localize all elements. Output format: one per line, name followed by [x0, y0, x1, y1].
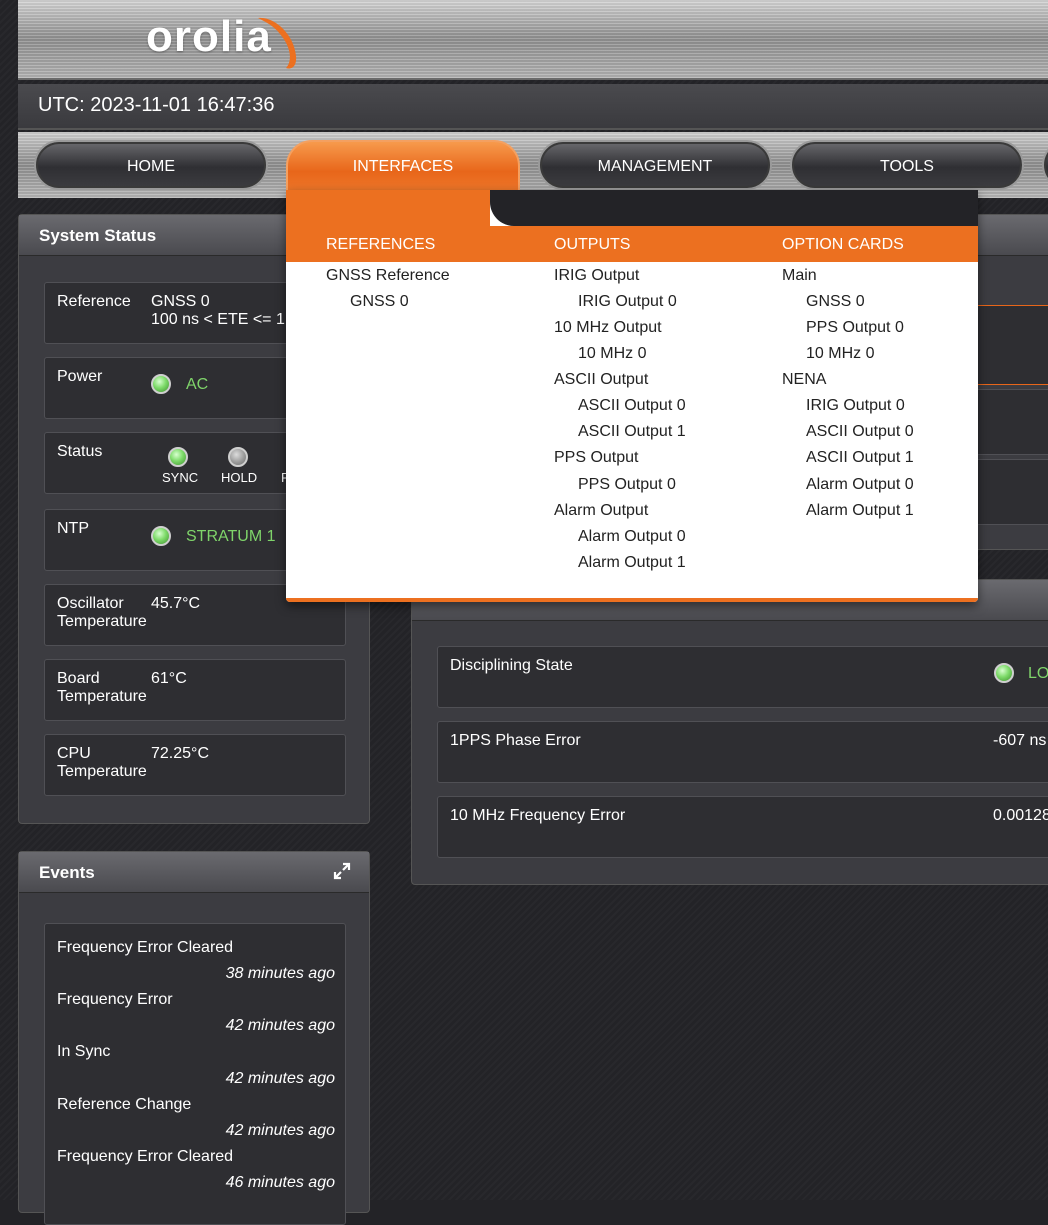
- reference-ete: 100 ns < ETE <= 1: [151, 311, 285, 328]
- dropdown-item[interactable]: Main: [782, 267, 817, 285]
- dropdown-item[interactable]: Alarm Output: [554, 502, 648, 520]
- disciplining-panel: Disciplining State LO 1PPS Phase Error -…: [411, 579, 1048, 885]
- dropdown-item[interactable]: IRIG Output 0: [578, 293, 677, 311]
- event-time: 42 minutes ago: [225, 1122, 335, 1139]
- dropdown-item[interactable]: ASCII Output 0: [578, 397, 686, 415]
- events-list: Frequency Error Cleared 38 minutes ago F…: [44, 923, 346, 1225]
- event-time: 38 minutes ago: [225, 965, 335, 982]
- disciplining-led-icon: [994, 663, 1014, 683]
- utc-bar: UTC: 2023-11-01 16:47:36: [18, 84, 1048, 130]
- event-title: Frequency Error Cleared: [57, 939, 234, 956]
- event-title: Frequency Error Cleared: [57, 1148, 234, 1165]
- dropdown-item[interactable]: PPS Output 0: [806, 319, 904, 337]
- dropdown-item[interactable]: PPS Output 0: [578, 476, 676, 494]
- event-time: 42 minutes ago: [225, 1017, 335, 1034]
- ntp-led-icon: [151, 526, 171, 546]
- orolia-logo[interactable]: orolia: [146, 12, 306, 69]
- power-led-icon: [151, 374, 171, 394]
- hold-led-icon: [228, 447, 248, 467]
- sync-led-icon: [168, 447, 188, 467]
- nav-more-partial[interactable]: [1042, 140, 1048, 190]
- event-title: Reference Change: [57, 1096, 192, 1113]
- dropdown-item[interactable]: 10 MHz 0: [578, 345, 646, 363]
- nav-home[interactable]: HOME: [34, 140, 268, 190]
- dropdown-item[interactable]: ASCII Output 1: [806, 449, 914, 467]
- dropdown-item[interactable]: ASCII Output: [554, 371, 648, 389]
- dropdown-notch: [490, 190, 978, 226]
- disciplining-state-value: LO: [1028, 665, 1048, 682]
- dropdown-item[interactable]: Alarm Output 1: [806, 502, 914, 520]
- event-title: Frequency Error: [57, 991, 173, 1008]
- dropdown-item[interactable]: GNSS 0: [806, 293, 865, 311]
- oscillator-label: Oscillator: [57, 595, 124, 612]
- interfaces-dropdown: REFERENCES GNSS Reference GNSS 0 OUTPUTS…: [286, 190, 978, 602]
- dropdown-item[interactable]: PPS Output: [554, 449, 639, 467]
- dropdown-item[interactable]: ASCII Output 0: [806, 423, 914, 441]
- events-title: Events: [39, 863, 95, 882]
- oscillator-value: 45.7°C: [151, 595, 201, 612]
- dropdown-item[interactable]: 10 MHz 0: [806, 345, 874, 363]
- pps-phase-error-label: 1PPS Phase Error: [450, 732, 581, 749]
- pps-phase-error-row: 1PPS Phase Error -607 ns: [437, 721, 1048, 783]
- dropdown-item[interactable]: 10 MHz Output: [554, 319, 662, 337]
- dropdown-heading-outputs: OUTPUTS: [554, 236, 631, 253]
- ntp-label: NTP: [57, 520, 89, 537]
- event-time: 46 minutes ago: [225, 1174, 335, 1191]
- oscillator-label-2: Temperature: [57, 613, 147, 630]
- hold-label: HOLD: [221, 470, 258, 485]
- reference-label: Reference: [57, 293, 131, 310]
- dropdown-heading-references: REFERENCES: [326, 236, 436, 253]
- dropdown-item[interactable]: GNSS Reference: [326, 267, 450, 285]
- dropdown-item[interactable]: ASCII Output 1: [578, 423, 686, 441]
- disciplining-state-row: Disciplining State LO: [437, 646, 1048, 708]
- events-panel: Events Frequency Error Cleared 38 minute…: [18, 851, 370, 1225]
- frequency-error-row: 10 MHz Frequency Error 0.00128: [437, 796, 1048, 858]
- dropdown-item[interactable]: Alarm Output 0: [578, 528, 686, 546]
- event-time: 42 minutes ago: [225, 1070, 335, 1087]
- utc-clock: UTC: 2023-11-01 16:47:36: [38, 94, 275, 116]
- ntp-value: STRATUM 1: [186, 528, 276, 545]
- dropdown-item[interactable]: GNSS 0: [350, 293, 409, 311]
- event-title: In Sync: [57, 1043, 111, 1060]
- dropdown-item[interactable]: IRIG Output 0: [806, 397, 905, 415]
- dropdown-bottom-border: [286, 598, 978, 602]
- reference-value: GNSS 0: [151, 293, 210, 310]
- main-nav: HOME INTERFACES MANAGEMENT TOOLS: [18, 132, 1048, 198]
- cpu-label-2: Temperature: [57, 763, 147, 780]
- expand-icon[interactable]: [333, 862, 351, 880]
- nav-tools[interactable]: TOOLS: [790, 140, 1024, 190]
- header-banner: orolia: [18, 0, 1048, 80]
- frequency-error-label: 10 MHz Frequency Error: [450, 807, 626, 824]
- nav-management[interactable]: MANAGEMENT: [538, 140, 772, 190]
- board-label-2: Temperature: [57, 688, 147, 705]
- sync-label: SYNC: [162, 470, 199, 485]
- status-label: Status: [57, 443, 103, 460]
- dropdown-item[interactable]: Alarm Output 0: [806, 476, 914, 494]
- power-value: AC: [186, 376, 209, 393]
- cpu-label: CPU: [57, 745, 91, 762]
- dropdown-heading-option-cards: OPTION CARDS: [782, 236, 904, 253]
- board-temp-row: Board Temperature 61°C: [44, 659, 346, 721]
- pps-phase-error-value: -607 ns: [993, 732, 1047, 749]
- logo-swoosh-icon: [258, 17, 297, 69]
- cpu-value: 72.25°C: [151, 745, 209, 762]
- board-label: Board: [57, 670, 100, 687]
- board-value: 61°C: [151, 670, 187, 687]
- dropdown-tab: [286, 190, 490, 226]
- events-header: Events: [19, 852, 369, 893]
- power-label: Power: [57, 368, 103, 385]
- disciplining-state-label: Disciplining State: [450, 657, 573, 674]
- cpu-temp-row: CPU Temperature 72.25°C: [44, 734, 346, 796]
- system-status-title: System Status: [39, 226, 157, 245]
- dropdown-item[interactable]: NENA: [782, 371, 826, 389]
- dropdown-item[interactable]: IRIG Output: [554, 267, 639, 285]
- frequency-error-value: 0.00128: [993, 807, 1048, 824]
- dropdown-item[interactable]: Alarm Output 1: [578, 554, 686, 572]
